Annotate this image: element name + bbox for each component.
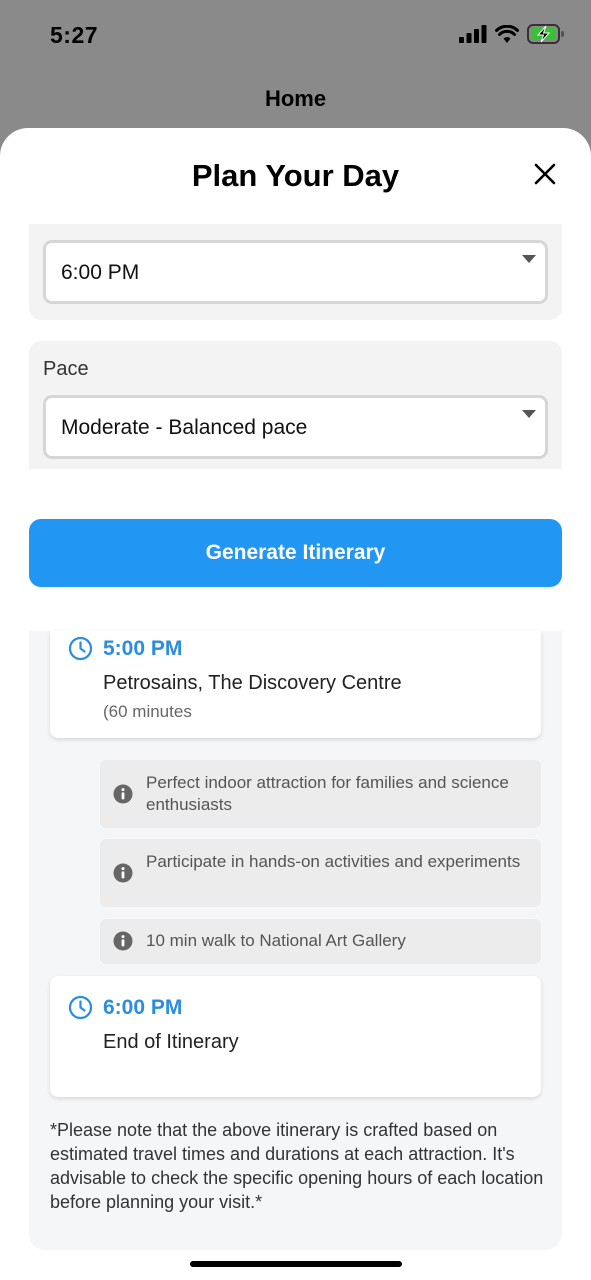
stop-note: Perfect indoor attraction for families a…	[100, 760, 541, 828]
stop-time-row: 5:00 PM	[68, 636, 182, 661]
note-text: Participate in hands-on activities and e…	[146, 852, 521, 871]
stop-note: 10 min walk to National Art Gallery	[100, 919, 541, 964]
sheet-title: Plan Your Day	[191, 158, 400, 193]
generate-itinerary-button[interactable]: Generate Itinerary	[29, 519, 562, 587]
status-time: 5:27	[50, 22, 99, 48]
note-text: Perfect indoor attraction for families a…	[146, 773, 509, 814]
end-time-select[interactable]: 6:00 PM	[43, 240, 548, 304]
itinerary-disclaimer: *Please note that the above itinerary is…	[50, 1120, 544, 1212]
end-time-value: 6:00 PM	[61, 261, 140, 284]
dropdown-caret-icon	[522, 255, 536, 263]
close-button[interactable]	[528, 157, 562, 191]
dropdown-caret-icon	[522, 410, 536, 418]
home-indicator[interactable]	[190, 1261, 402, 1267]
background-screen-title: Home	[264, 86, 327, 111]
clock-icon	[68, 636, 93, 661]
clock-icon	[68, 995, 93, 1020]
wifi-icon	[495, 25, 519, 43]
end-time-card: 6:00 PM	[29, 224, 562, 320]
plan-your-day-sheet: Plan Your Day 6:00 PM Pace Moderate - Ba…	[0, 128, 591, 1280]
info-icon	[113, 784, 133, 804]
signal-icon	[459, 25, 487, 43]
stop-note: Participate in hands-on activities and e…	[100, 839, 541, 907]
stop-time: 6:00 PM	[103, 995, 183, 1019]
info-icon	[113, 863, 133, 883]
status-bar: 5:27	[0, 0, 591, 72]
battery-charging-icon	[527, 24, 564, 44]
pace-card: Pace Moderate - Balanced pace	[29, 341, 562, 469]
close-icon	[534, 163, 556, 185]
itinerary-results: 5:00 PM Petrosains, The Discovery Centre…	[29, 631, 562, 1250]
pace-select[interactable]: Moderate - Balanced pace	[43, 395, 548, 459]
stop-place: End of Itinerary	[103, 1031, 239, 1053]
stop-duration: (60 minutes	[103, 702, 192, 721]
pace-value: Moderate - Balanced pace	[61, 416, 308, 439]
itinerary-stop: 5:00 PM Petrosains, The Discovery Centre…	[50, 631, 541, 738]
stop-time: 5:00 PM	[103, 636, 183, 660]
itinerary-stop: 6:00 PM End of Itinerary	[50, 976, 541, 1097]
note-text: 10 min walk to National Art Gallery	[146, 931, 406, 950]
stop-place: Petrosains, The Discovery Centre	[103, 672, 402, 694]
stop-time-row: 6:00 PM	[68, 995, 182, 1020]
pace-label: Pace	[43, 358, 89, 380]
status-icons	[459, 24, 565, 44]
info-icon	[113, 931, 133, 951]
